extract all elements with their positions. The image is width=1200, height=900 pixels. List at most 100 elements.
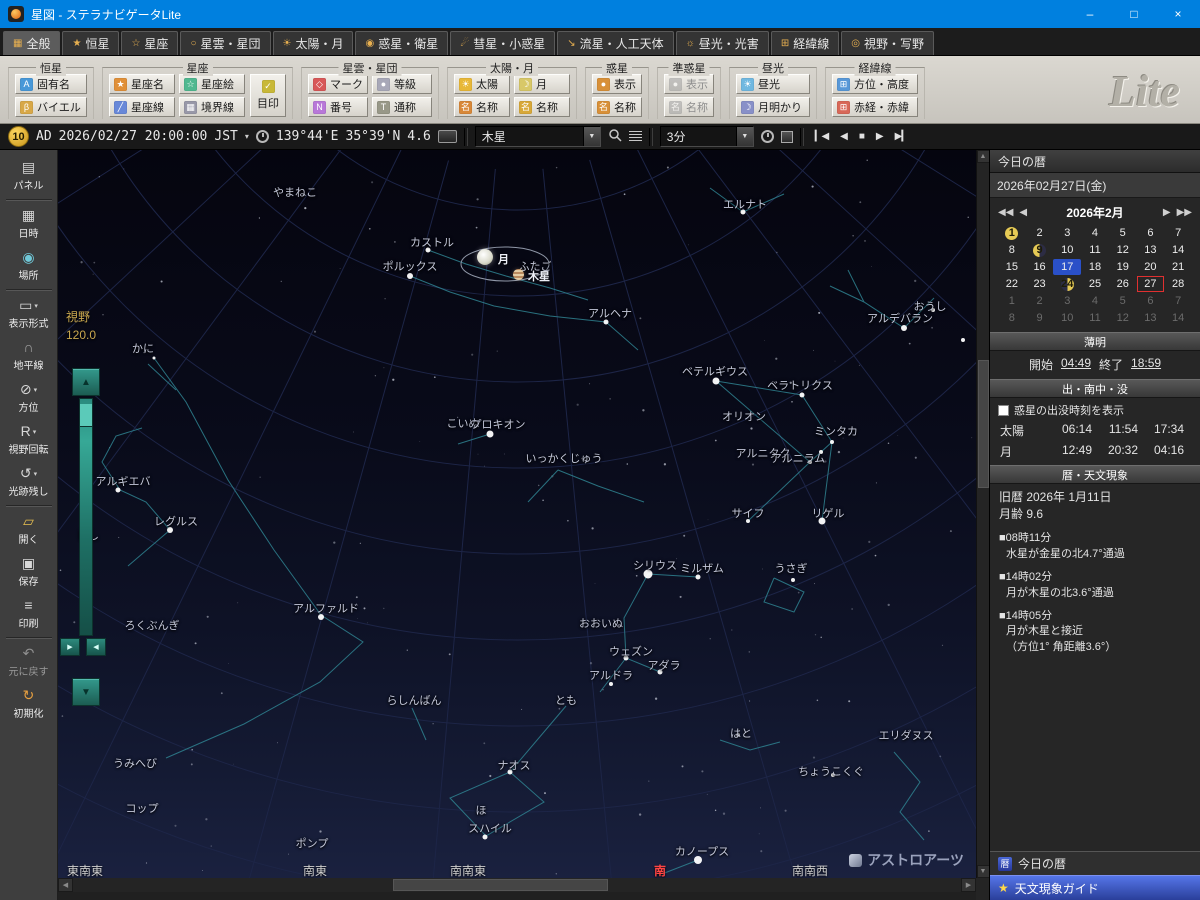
calendar-day[interactable]: 10 (1053, 310, 1081, 326)
calendar-day[interactable]: 4 (1081, 225, 1109, 241)
tab-general[interactable]: ▦ 全般 (3, 31, 61, 55)
sidebar-item-save[interactable]: ▣ 保存 (2, 551, 56, 593)
calendar-day[interactable]: 9 (1026, 242, 1054, 258)
calendar-day[interactable]: 11 (1081, 242, 1109, 258)
skip-start-button[interactable]: ▎◀ (815, 131, 829, 142)
calendar-day[interactable]: 8 (998, 310, 1026, 326)
toolbar-button-boundary[interactable]: ▦ 境界線 (179, 97, 245, 117)
toolbar-button-bayer[interactable]: β バイエル (15, 97, 87, 117)
tab-planets-satellites[interactable]: ◉ 惑星・衛星 (355, 31, 449, 55)
toolbar-button-planet-show[interactable]: ● 表示 (592, 74, 642, 94)
calendar-day[interactable]: 10 (1053, 242, 1081, 258)
toolbar-button-dwarf-show[interactable]: ● 表示 (664, 74, 714, 94)
maximize-button[interactable]: □ (1112, 0, 1156, 28)
sidebar-item-fov-rotation[interactable]: R ▾ 視野回転 (2, 419, 56, 461)
sidebar-item-datetime[interactable]: ▦ 日時 (2, 203, 56, 245)
calendar-day[interactable]: 12 (1109, 242, 1137, 258)
calendar-last-button[interactable]: ▶▶ (1177, 207, 1192, 218)
twilight-end-time[interactable]: 18:59 (1131, 356, 1161, 373)
toolbar-button-landmark[interactable]: ✓ 目印 (250, 74, 286, 117)
sidebar-item-horizon[interactable]: ∩ 地平線 (2, 335, 56, 377)
calendar-day[interactable]: 19 (1109, 259, 1137, 275)
calendar-day[interactable]: 14 (1164, 242, 1192, 258)
datetime-value[interactable]: 2026/02/27 20:00:00 (59, 129, 208, 144)
target-select-arrow-icon[interactable]: ▼ (582, 127, 600, 146)
calendar-icon[interactable] (780, 130, 793, 143)
scroll-right-icon[interactable]: ▶ (961, 878, 976, 892)
calendar-day[interactable]: 16 (1026, 259, 1054, 275)
calendar-day[interactable]: 14 (1164, 310, 1192, 326)
calendar-day[interactable]: 23 (1026, 276, 1054, 292)
sidebar-item-location[interactable]: ◉ 場所 (2, 245, 56, 287)
step-days-button[interactable]: 10 (8, 126, 29, 147)
vertical-scroll-track[interactable] (977, 163, 990, 865)
toolbar-button-dwarf-name[interactable]: 名名称 (664, 97, 714, 117)
calendar-day[interactable]: 1 (998, 293, 1026, 309)
fov-step-forward-button[interactable]: ▶ (60, 638, 80, 656)
datetime-dropdown-icon[interactable]: ▾ (245, 132, 249, 141)
toolbar-button-moon-name[interactable]: 名名称 (514, 97, 570, 117)
show-planet-times-option[interactable]: 惑星の出没時刻を表示 (990, 398, 1200, 420)
calendar-day[interactable]: 17 (1053, 259, 1082, 275)
calendar-day[interactable]: 12 (1109, 310, 1137, 326)
toolbar-button-azimuth-altitude[interactable]: ⊞ 方位・高度 (832, 74, 918, 94)
calendar-day[interactable]: 8 (998, 242, 1026, 258)
toolbar-button-const-art[interactable]: ☆ 星座絵 (179, 74, 245, 94)
toolbar-button-mark[interactable]: ◇ マーク (308, 74, 368, 94)
calendar-next-button[interactable]: ▶ (1163, 207, 1171, 218)
step-back-button[interactable]: ◀ (840, 131, 848, 142)
jupiter-body[interactable] (513, 269, 524, 280)
tab-coordinate-lines[interactable]: ⊞ 経緯線 (770, 31, 840, 55)
close-button[interactable]: × (1156, 0, 1200, 28)
toolbar-button-sun[interactable]: ☀ 太陽 (454, 74, 510, 94)
toolbar-button-common-name[interactable]: T 通称 (372, 97, 432, 117)
calendar-day[interactable]: 7 (1164, 225, 1192, 241)
horizontal-scroll-thumb[interactable] (392, 879, 608, 891)
sidebar-item-direction[interactable]: ⊘ ▾ 方位 (2, 377, 56, 419)
chart-horizontal-scrollbar[interactable]: ◀ ▶ (58, 878, 976, 892)
search-icon[interactable] (608, 128, 622, 145)
calendar-day[interactable]: 13 (1137, 310, 1165, 326)
timezone-value[interactable]: JST (214, 129, 237, 144)
tab-daylight-pollution[interactable]: ☼ 昼光・光害 (675, 31, 769, 55)
calendar-day[interactable]: 26 (1109, 276, 1137, 292)
calendar-day[interactable]: 2 (1026, 225, 1054, 241)
scroll-down-icon[interactable]: ▼ (976, 865, 990, 878)
toolbar-button-planet-name[interactable]: 名名称 (592, 97, 642, 117)
list-icon[interactable] (628, 131, 642, 142)
horizontal-scroll-track[interactable] (73, 878, 961, 892)
sky-chart[interactable]: やまねこ カストル エルナト ポルックス ふたご アルヘナ おうし アルデバラン かに ベテルギウ… (58, 150, 976, 878)
toolbar-button-magnitude[interactable]: ● 等級 (372, 74, 432, 94)
checkbox[interactable] (998, 404, 1009, 416)
tab-comets-asteroids[interactable]: ☄ 彗星・小惑星 (450, 31, 556, 55)
toolbar-button-const-line[interactable]: ╱ 星座線 (109, 97, 175, 117)
stop-button[interactable]: ■ (859, 131, 865, 142)
calendar-day[interactable]: 21 (1164, 259, 1192, 275)
target-select[interactable]: 木星 ▼ (474, 126, 601, 147)
fov-zoom-in-button[interactable]: ▲ (72, 368, 100, 396)
calendar-day[interactable]: 5 (1109, 225, 1137, 241)
calendar-day[interactable]: 3 (1053, 293, 1081, 309)
tab-constellations[interactable]: ☆ 星座 (121, 31, 179, 55)
calendar-day[interactable]: 27 (1137, 276, 1165, 292)
sidebar-item-panel[interactable]: ▤ パネル (2, 155, 56, 197)
calendar-day[interactable]: 7 (1164, 293, 1192, 309)
tab-sun-moon[interactable]: ☀ 太陽・月 (272, 31, 354, 55)
calendar-day[interactable]: 1 (998, 225, 1026, 241)
stopwatch-icon[interactable] (760, 130, 774, 143)
toolbar-button-sun-name[interactable]: 名名称 (454, 97, 510, 117)
play-button[interactable]: ▶ (876, 131, 884, 142)
toolbar-button-moonlight-toggle[interactable]: ☽ 月明かり (736, 97, 810, 117)
sidebar-item-light-trail[interactable]: ↺ ▾ 光跡残し (2, 461, 56, 503)
scroll-up-icon[interactable]: ▲ (976, 150, 990, 163)
calendar-day[interactable]: 2 (1026, 293, 1054, 309)
minimize-button[interactable]: – (1068, 0, 1112, 28)
sidebar-item-reset[interactable]: ↻ 初期化 (2, 683, 56, 725)
watch-icon[interactable] (255, 130, 269, 143)
tab-nebulae-clusters[interactable]: ○ 星雲・星団 (180, 31, 271, 55)
today-calendar-tab[interactable]: 暦 今日の暦 (990, 851, 1200, 875)
calendar-day[interactable]: 6 (1137, 225, 1165, 241)
scroll-left-icon[interactable]: ◀ (58, 878, 73, 892)
calendar-day[interactable]: 9 (1026, 310, 1054, 326)
toolbar-button-moon[interactable]: ☽ 月 (514, 74, 570, 94)
